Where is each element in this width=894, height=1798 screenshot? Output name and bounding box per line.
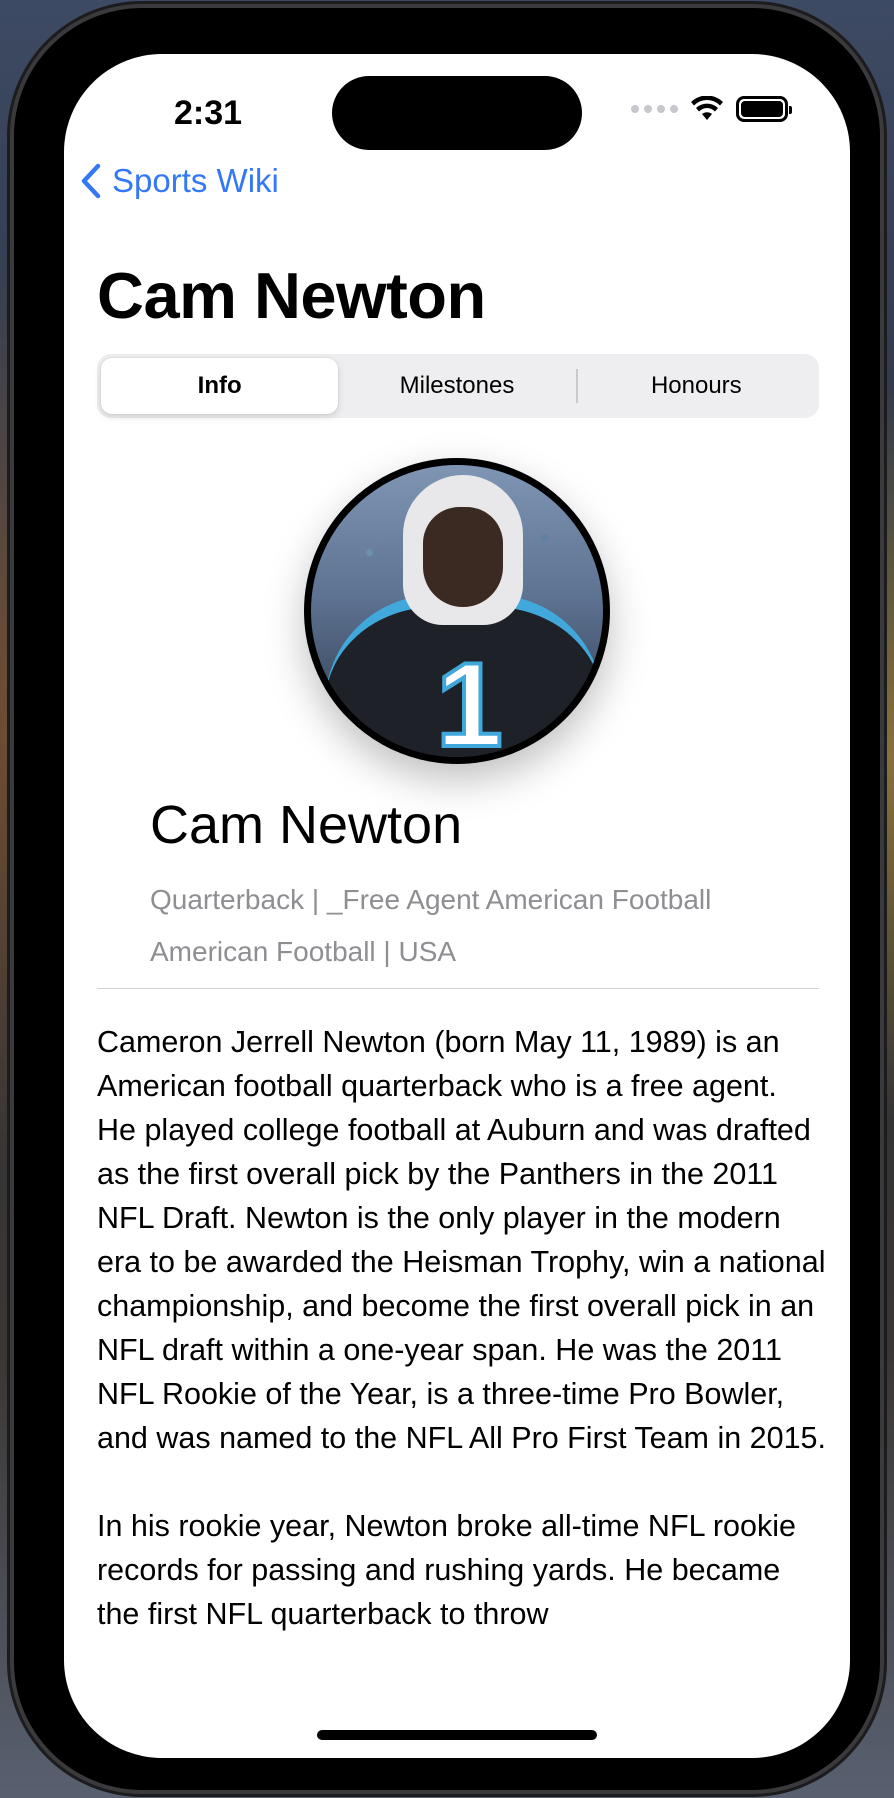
page-title: Cam Newton <box>97 259 486 332</box>
player-biography: Cameron Jerrell Newton (born May 11, 198… <box>97 1025 826 1631</box>
avatar-face <box>423 507 503 607</box>
back-button[interactable]: Sports Wiki <box>80 162 279 200</box>
tab-info[interactable]: Info <box>101 358 339 414</box>
phone-frame: 2:31 Sports Wiki Cam Newton Info Milesto… <box>14 8 880 1790</box>
home-indicator[interactable] <box>317 1730 597 1740</box>
dynamic-island <box>332 76 582 150</box>
player-name: Cam Newton <box>150 795 463 855</box>
cellular-signal-icon <box>631 105 678 113</box>
status-time: 2:31 <box>174 94 243 132</box>
chevron-left-icon <box>81 163 101 199</box>
wifi-icon <box>691 96 723 120</box>
player-sport-country: American Football | USA <box>150 936 457 967</box>
player-avatar: 1 <box>304 458 610 764</box>
player-position-team: Quarterback | _Free Agent American Footb… <box>150 884 712 915</box>
segmented-control: Info Milestones Honours <box>97 354 819 418</box>
divider <box>97 988 819 989</box>
app-screen: 2:31 Sports Wiki Cam Newton Info Milesto… <box>64 54 850 1758</box>
tab-honours[interactable]: Honours <box>578 358 815 414</box>
tab-milestones[interactable]: Milestones <box>338 358 575 414</box>
player-meta: Quarterback | _Free Agent American Footb… <box>150 874 711 978</box>
battery-icon <box>736 96 792 122</box>
status-icons <box>631 96 792 122</box>
back-button-label: Sports Wiki <box>112 162 279 199</box>
avatar-jersey-number: 1 <box>434 638 505 764</box>
